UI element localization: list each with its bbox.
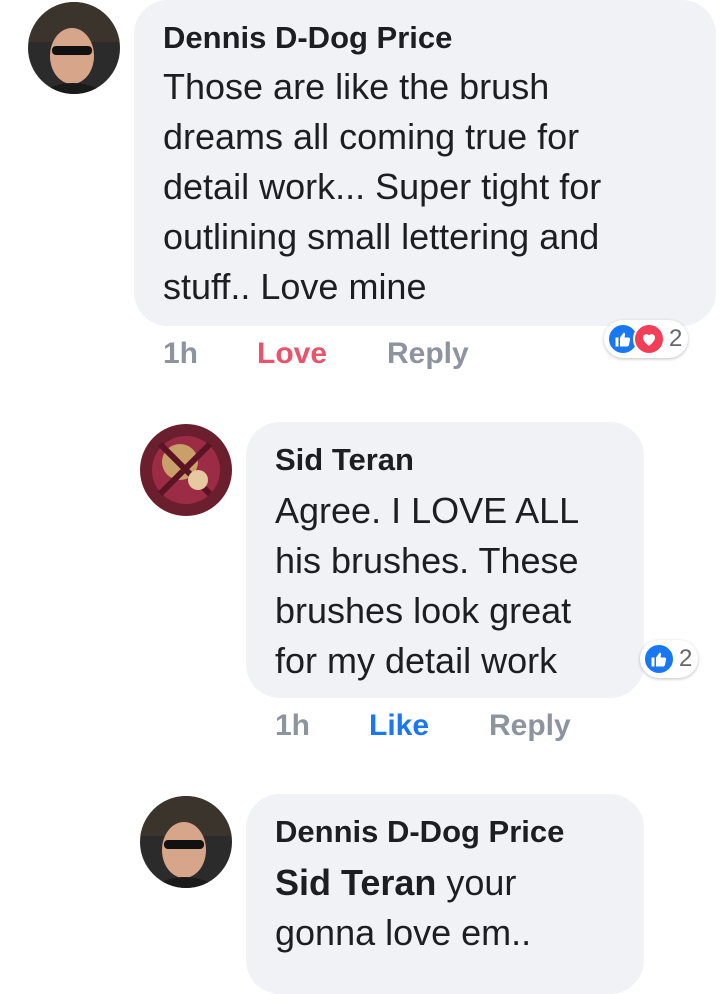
comment-text-line: for my detail work xyxy=(275,640,558,681)
comment-text-line: stuff.. Love mine xyxy=(163,266,427,307)
reaction-summary[interactable]: 2 xyxy=(640,640,699,678)
avatar-sid[interactable] xyxy=(140,424,232,516)
reply-button[interactable]: Reply xyxy=(489,708,571,744)
comment-text: Those are like the brush dreams all comi… xyxy=(163,62,601,312)
avatar-dennis[interactable] xyxy=(140,796,232,888)
comment-text-line: detail work... Super tight for xyxy=(163,166,602,207)
heart-icon xyxy=(633,323,665,355)
avatar-sid-image xyxy=(140,424,232,516)
comment-timestamp: 1h xyxy=(275,709,311,742)
comment-author[interactable]: Dennis D-Dog Price xyxy=(163,20,452,56)
comment-timestamp: 1h xyxy=(163,337,199,370)
love-reaction-button[interactable]: Love xyxy=(257,336,327,372)
mention-link[interactable]: Sid Teran xyxy=(275,862,436,903)
comment-text-line: Sid Teran your xyxy=(275,858,531,908)
like-reaction-button[interactable]: Like xyxy=(369,708,429,744)
like-icon xyxy=(643,643,675,675)
reaction-count: 2 xyxy=(669,325,683,352)
comment-text-line: Those are like the brush xyxy=(163,66,550,107)
avatar-dennis[interactable] xyxy=(28,2,120,94)
reply-button[interactable]: Reply xyxy=(387,336,469,372)
reaction-count: 2 xyxy=(679,645,693,672)
comment-text-line: outlining small lettering and xyxy=(163,216,600,257)
comment-text: Sid Teran your gonna love em.. xyxy=(275,858,531,958)
comment-text-line: gonna love em.. xyxy=(275,912,532,953)
avatar-dennis-image xyxy=(140,796,232,888)
reaction-summary[interactable]: 2 xyxy=(604,320,689,358)
comment-text-line: brushes look great xyxy=(275,590,572,631)
comment-text-fragment: your xyxy=(436,862,517,903)
comment-author[interactable]: Sid Teran xyxy=(275,442,414,478)
avatar-dennis-image xyxy=(28,2,120,94)
comment-text-line: dreams all coming true for xyxy=(163,116,580,157)
comment-text-line: Agree. I LOVE ALL xyxy=(275,490,580,531)
comment-text-line: his brushes. These xyxy=(275,540,579,581)
comment-text: Agree. I LOVE ALL his brushes. These bru… xyxy=(275,486,579,686)
comment-author[interactable]: Dennis D-Dog Price xyxy=(275,814,564,850)
